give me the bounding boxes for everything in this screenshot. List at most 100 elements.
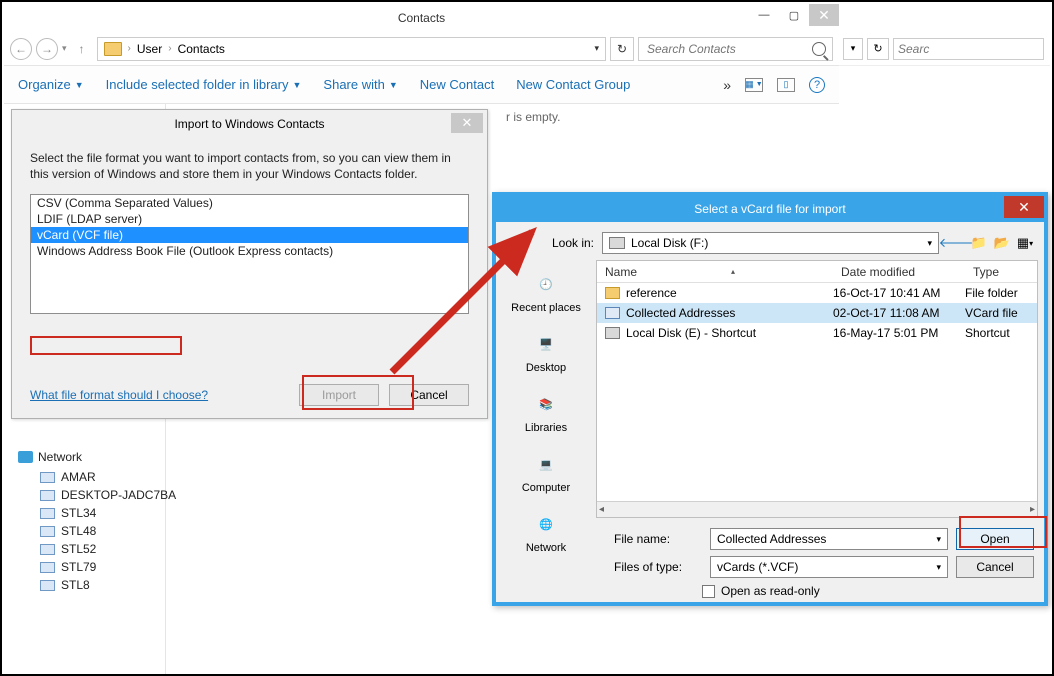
history-dropdown-icon[interactable]: ▾	[62, 43, 67, 54]
chevron-right-icon: ›	[168, 43, 171, 54]
import-instruction-text: Select the file format you want to impor…	[30, 150, 469, 182]
open-file-dialog: Select a vCard file for import ✕ Look in…	[492, 192, 1048, 606]
include-in-library-menu[interactable]: Include selected folder in library▼	[106, 77, 302, 92]
search-box[interactable]	[638, 37, 833, 61]
column-date[interactable]: Date modified	[833, 265, 965, 279]
look-in-label: Look in:	[506, 236, 594, 250]
shortcut-icon	[605, 327, 620, 339]
help-link[interactable]: What file format should I choose?	[30, 388, 208, 402]
import-dialog: Import to Windows Contacts ✕ Select the …	[11, 109, 488, 419]
maximize-button[interactable]: ▢	[779, 4, 809, 26]
format-option-wab[interactable]: Windows Address Book File (Outlook Expre…	[31, 243, 468, 259]
organize-menu[interactable]: Organize▼	[18, 77, 84, 92]
close-button[interactable]: ✕	[451, 113, 483, 133]
format-option-ldif[interactable]: LDIF (LDAP server)	[31, 211, 468, 227]
place-network[interactable]: 🌐Network	[496, 504, 596, 564]
filename-label: File name:	[614, 532, 702, 546]
address-bar[interactable]: › User › Contacts ▾	[97, 37, 606, 61]
help-icon[interactable]: ?	[809, 77, 825, 93]
search-icon	[812, 42, 826, 56]
place-recent[interactable]: 🕘Recent places	[496, 264, 596, 324]
place-computer[interactable]: 💻Computer	[496, 444, 596, 504]
open-dialog-title-bar: Select a vCard file for import ✕	[496, 196, 1044, 222]
computer-icon	[40, 562, 55, 573]
import-dialog-title: Import to Windows Contacts	[174, 117, 324, 131]
forward-button[interactable]: →	[36, 38, 58, 60]
format-option-csv[interactable]: CSV (Comma Separated Values)	[31, 195, 468, 211]
breadcrumb-user[interactable]: User	[137, 42, 162, 56]
chevron-right-icon: ›	[128, 43, 131, 54]
file-row[interactable]: Local Disk (E) - Shortcut 16-May-17 5:01…	[597, 323, 1037, 343]
new-folder-icon[interactable]: 📂	[993, 234, 1011, 252]
window-title: Contacts	[4, 11, 839, 25]
minimize-button[interactable]: —	[749, 4, 779, 26]
horizontal-scrollbar[interactable]: ◂▸	[597, 501, 1037, 517]
computer-icon	[40, 544, 55, 555]
computer-icon	[40, 508, 55, 519]
view-options-icon[interactable]: ▦▼	[745, 78, 763, 92]
places-bar: 🕘Recent places 🖥️Desktop 📚Libraries 💻Com…	[496, 260, 596, 518]
column-name[interactable]: Name	[605, 265, 637, 279]
more-options-icon[interactable]: »	[723, 77, 731, 93]
chevron-down-icon: ▾	[936, 562, 941, 573]
filetype-select[interactable]: vCards (*.VCF)▾	[710, 556, 948, 578]
refresh-icon[interactable]: ↻	[867, 38, 889, 60]
cancel-button[interactable]: Cancel	[389, 384, 469, 406]
new-contact-group-button[interactable]: New Contact Group	[516, 77, 630, 92]
format-list[interactable]: CSV (Comma Separated Values) LDIF (LDAP …	[30, 194, 469, 314]
computer-icon	[40, 526, 55, 537]
toolbar: Organize▼ Include selected folder in lib…	[4, 66, 839, 104]
computer-icon	[40, 580, 55, 591]
file-row[interactable]: reference 16-Oct-17 10:41 AM File folder	[597, 283, 1037, 303]
place-desktop[interactable]: 🖥️Desktop	[496, 324, 596, 384]
import-button[interactable]: Import	[299, 384, 379, 406]
folder-icon	[104, 42, 122, 56]
chevron-down-icon[interactable]: ▾	[594, 43, 599, 54]
sort-caret-icon: ▴	[731, 267, 735, 276]
empty-folder-hint: r is empty.	[506, 110, 560, 124]
network-computer-item[interactable]: DESKTOP-JADC7BA	[18, 486, 176, 504]
look-in-select[interactable]: Local Disk (F:) ▾	[602, 232, 939, 254]
open-dialog-title: Select a vCard file for import	[694, 202, 845, 216]
format-option-vcard[interactable]: vCard (VCF file)	[31, 227, 468, 243]
open-button[interactable]: Open	[956, 528, 1034, 550]
dropdown-icon[interactable]: ▾	[843, 38, 863, 60]
refresh-button[interactable]: ↻	[610, 37, 634, 61]
import-dialog-title-bar: Import to Windows Contacts ✕	[12, 110, 487, 138]
network-computer-item[interactable]: STL48	[18, 522, 176, 540]
network-computer-item[interactable]: STL8	[18, 576, 176, 594]
back-button[interactable]: ←	[10, 38, 32, 60]
network-computer-item[interactable]: STL52	[18, 540, 176, 558]
search-input-sliver[interactable]: Searc	[893, 38, 1044, 60]
view-menu-icon[interactable]: ▦▾	[1016, 234, 1034, 252]
search-input[interactable]	[645, 41, 806, 57]
place-libraries[interactable]: 📚Libraries	[496, 384, 596, 444]
new-contact-button[interactable]: New Contact	[420, 77, 494, 92]
share-with-menu[interactable]: Share with▼	[323, 77, 397, 92]
network-computer-item[interactable]: STL34	[18, 504, 176, 522]
close-button[interactable]: ✕	[809, 4, 839, 26]
file-row[interactable]: Collected Addresses 02-Oct-17 11:08 AM V…	[597, 303, 1037, 323]
computer-icon	[40, 490, 55, 501]
back-icon[interactable]: 🡐	[947, 234, 965, 252]
network-header[interactable]: Network	[18, 450, 176, 464]
up-folder-icon[interactable]: 📁	[970, 234, 988, 252]
network-computer-item[interactable]: AMAR	[18, 468, 176, 486]
computer-icon	[40, 472, 55, 483]
column-headers[interactable]: Name ▴ Date modified Type	[597, 261, 1037, 283]
filename-input[interactable]: Collected Addresses▾	[710, 528, 948, 550]
up-button[interactable]: ↑	[71, 38, 93, 60]
cancel-button[interactable]: Cancel	[956, 556, 1034, 578]
close-button[interactable]: ✕	[1004, 196, 1044, 218]
column-type[interactable]: Type	[965, 265, 1037, 279]
readonly-checkbox[interactable]	[702, 585, 715, 598]
folder-icon	[605, 287, 620, 299]
nav-bar: ← → ▾ ↑ › User › Contacts ▾ ↻	[4, 32, 839, 66]
preview-pane-icon[interactable]: ▯	[777, 78, 795, 92]
readonly-label: Open as read-only	[721, 584, 820, 598]
chevron-down-icon: ▾	[927, 238, 932, 249]
network-computer-item[interactable]: STL79	[18, 558, 176, 576]
network-tree: Network AMAR DESKTOP-JADC7BA STL34 STL48…	[18, 450, 176, 594]
breadcrumb-contacts[interactable]: Contacts	[178, 42, 225, 56]
file-list[interactable]: Name ▴ Date modified Type reference 16-Oc…	[596, 260, 1038, 518]
